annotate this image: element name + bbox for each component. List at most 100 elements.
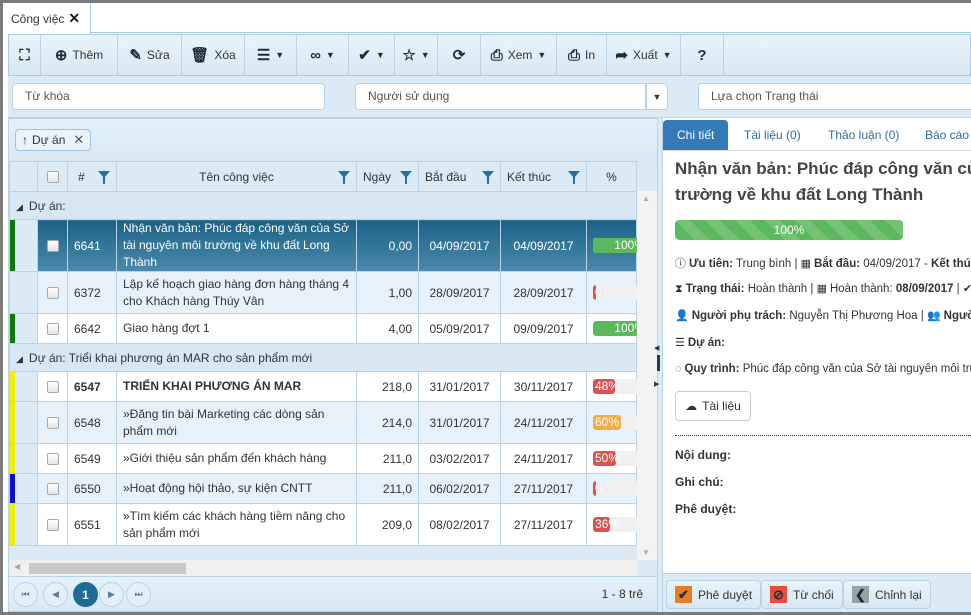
- row-select-cell[interactable]: [37, 401, 68, 444]
- row-select-cell[interactable]: [37, 443, 68, 474]
- edit-button[interactable]: ✎ Sửa: [118, 35, 182, 75]
- row-start: 03/02/2017: [418, 443, 501, 474]
- row-checkbox[interactable]: [46, 519, 59, 532]
- group-row[interactable]: ◢ Dự án:: [9, 191, 637, 220]
- progress-bar: 100%: [593, 321, 639, 336]
- horizontal-scrollbar[interactable]: ◀: [9, 560, 637, 576]
- group-row[interactable]: ◢ Dự án: Triểi khai phương án MAR cho sản…: [9, 343, 637, 372]
- star-dropdown[interactable]: ☆ ▼: [395, 35, 438, 75]
- keyword-input[interactable]: Từ khóa: [12, 83, 325, 110]
- check-dropdown[interactable]: ✔ ▼: [349, 35, 395, 75]
- approve-button[interactable]: ✔ Phê duyệt: [666, 580, 762, 609]
- row-name[interactable]: »Giới thiệu sản phẩm đến khách hàng: [116, 443, 357, 474]
- splitter-handle[interactable]: [657, 355, 660, 371]
- row-select-cell[interactable]: [37, 503, 68, 546]
- row-checkbox[interactable]: [46, 287, 59, 300]
- row-name[interactable]: Giao hàng đợt 1: [116, 313, 357, 344]
- table-row[interactable]: 6372 Lập kế hoạch giao hàng đơn hàng thá…: [9, 271, 639, 314]
- header-days-label: Ngày: [363, 169, 392, 184]
- row-select-cell[interactable]: [37, 473, 68, 504]
- header-name[interactable]: Tên công việc: [116, 161, 357, 192]
- row-checkbox[interactable]: [46, 483, 59, 496]
- row-select-cell[interactable]: [37, 313, 68, 344]
- row-name[interactable]: TRIỂN KHAI PHƯƠNG ÁN MAR: [116, 371, 357, 402]
- print-button[interactable]: ⎙ In: [557, 35, 607, 75]
- filter-icon[interactable]: [482, 171, 494, 184]
- collapse-right-icon[interactable]: ▶: [654, 380, 659, 388]
- row-checkbox[interactable]: [46, 381, 59, 394]
- link-dropdown[interactable]: ∞ ▼: [297, 35, 349, 75]
- first-page-button[interactable]: ⏮: [13, 582, 38, 607]
- calendar-icon: ▦: [800, 258, 812, 270]
- tab-tai-lieu[interactable]: Tài liệu (0): [744, 120, 801, 150]
- table-row[interactable]: 6548 »Đăng tin bài Marketing các dòng sả…: [9, 401, 639, 444]
- tab-thao-luan[interactable]: Thảo luận (0): [828, 120, 899, 150]
- row-name[interactable]: »Hoạt động hội thảo, sự kiện CNTT: [116, 473, 357, 504]
- row-name[interactable]: Nhận văn bản: Phúc đáp công văn của Sở t…: [116, 219, 357, 272]
- next-page-button[interactable]: ▶: [99, 582, 124, 607]
- header-end[interactable]: Kết thúc: [500, 161, 587, 192]
- search-button[interactable]: ⛶: [9, 35, 41, 75]
- group-header[interactable]: ◢ Dự án:: [9, 191, 637, 220]
- table-row[interactable]: 6547 TRIỂN KHAI PHƯƠNG ÁN MAR 218,0 31/0…: [9, 371, 639, 402]
- row-checkbox[interactable]: [46, 240, 59, 253]
- header-id[interactable]: #: [67, 161, 117, 192]
- last-page-button[interactable]: ⏭: [126, 582, 151, 607]
- preview-dropdown[interactable]: ⎙ Xem ▼: [481, 35, 557, 75]
- scroll-up-icon[interactable]: ▲: [642, 194, 650, 203]
- header-select-all[interactable]: [37, 161, 68, 192]
- row-checkbox[interactable]: [46, 453, 59, 466]
- row-select-cell[interactable]: [37, 371, 68, 402]
- row-select-cell[interactable]: [37, 271, 68, 314]
- scroll-left-icon[interactable]: ◀: [14, 562, 20, 571]
- filter-icon[interactable]: [400, 171, 412, 184]
- horizontal-scroll-thumb[interactable]: [29, 563, 186, 574]
- row-select-cell[interactable]: [37, 219, 68, 272]
- select-all-checkbox[interactable]: [46, 171, 59, 184]
- close-icon[interactable]: ✕: [68, 10, 80, 27]
- menu-dropdown[interactable]: ☰ ▼: [245, 35, 297, 75]
- row-name[interactable]: Lập kế hoạch giao hàng đơn hàng tháng 4 …: [116, 271, 357, 314]
- user-select[interactable]: Người sử dụng: [355, 83, 646, 110]
- table-row[interactable]: 6551 »Tìm kiếm các khách hàng tiềm năng …: [9, 503, 639, 546]
- row-name[interactable]: »Đăng tin bài Marketing các dòng sản phẩ…: [116, 401, 357, 444]
- filter-icon[interactable]: [98, 171, 110, 184]
- documents-button[interactable]: ☁ Tài liệu: [675, 391, 751, 421]
- group-header[interactable]: ◢ Dự án: Triểi khai phương án MAR cho sản…: [9, 343, 637, 372]
- revise-button[interactable]: ❮ Chỉnh lại: [843, 580, 931, 609]
- user-select-caret-icon[interactable]: ▼: [646, 83, 668, 110]
- add-button[interactable]: ⊕ Thêm: [41, 35, 118, 75]
- collapse-left-icon[interactable]: ◀: [654, 344, 659, 352]
- group-chip-du-an[interactable]: ↑ Dự án ✕: [15, 129, 92, 151]
- row-name-text: »Giới thiệu sản phẩm đến khách hàng: [123, 451, 327, 465]
- table-row[interactable]: 6641 Nhận văn bản: Phúc đáp công văn của…: [9, 219, 639, 272]
- tab-chi-tiet[interactable]: Chi tiết: [663, 120, 729, 150]
- page-1-button[interactable]: 1: [73, 582, 98, 607]
- table-row[interactable]: 6550 »Hoạt động hội thảo, sự kiện CNTT 2…: [9, 473, 639, 504]
- status-select[interactable]: Lựa chọn Trạng thái: [698, 83, 971, 110]
- refresh-button[interactable]: ⟳: [438, 35, 481, 75]
- header-percent[interactable]: %: [586, 161, 637, 192]
- row-checkbox[interactable]: [46, 323, 59, 336]
- tab-cong-viec[interactable]: Công việc ✕: [3, 3, 91, 34]
- tab-bao-cao[interactable]: Báo cáo: [925, 120, 969, 150]
- filter-icon[interactable]: [568, 171, 580, 184]
- header-start[interactable]: Bắt đầu: [418, 161, 501, 192]
- header-days[interactable]: Ngày: [356, 161, 419, 192]
- table-row[interactable]: 6642 Giao hàng đợt 1 4,00 05/09/2017 09/…: [9, 313, 639, 344]
- row-checkbox[interactable]: [46, 417, 59, 430]
- export-dropdown[interactable]: ➦ Xuất ▼: [607, 35, 681, 75]
- collapse-triangle-icon[interactable]: ◢: [16, 202, 23, 212]
- table-row[interactable]: 6549 »Giới thiệu sản phẩm đến khách hàng…: [9, 443, 639, 474]
- collapse-triangle-icon[interactable]: ◢: [16, 354, 23, 364]
- info-icon: ⓘ: [675, 258, 686, 270]
- help-button[interactable]: ?: [681, 35, 724, 75]
- prev-page-button[interactable]: ◀: [43, 582, 68, 607]
- vertical-scrollbar[interactable]: ▲ ▼: [637, 191, 657, 560]
- scroll-down-icon[interactable]: ▼: [642, 548, 650, 557]
- row-name[interactable]: »Tìm kiếm các khách hàng tiềm năng cho s…: [116, 503, 357, 546]
- filter-icon[interactable]: [338, 171, 350, 184]
- delete-button[interactable]: 🗑 Xóa: [182, 35, 245, 75]
- reject-button[interactable]: ⊘ Từ chối: [761, 580, 843, 609]
- close-icon[interactable]: ✕: [73, 132, 84, 148]
